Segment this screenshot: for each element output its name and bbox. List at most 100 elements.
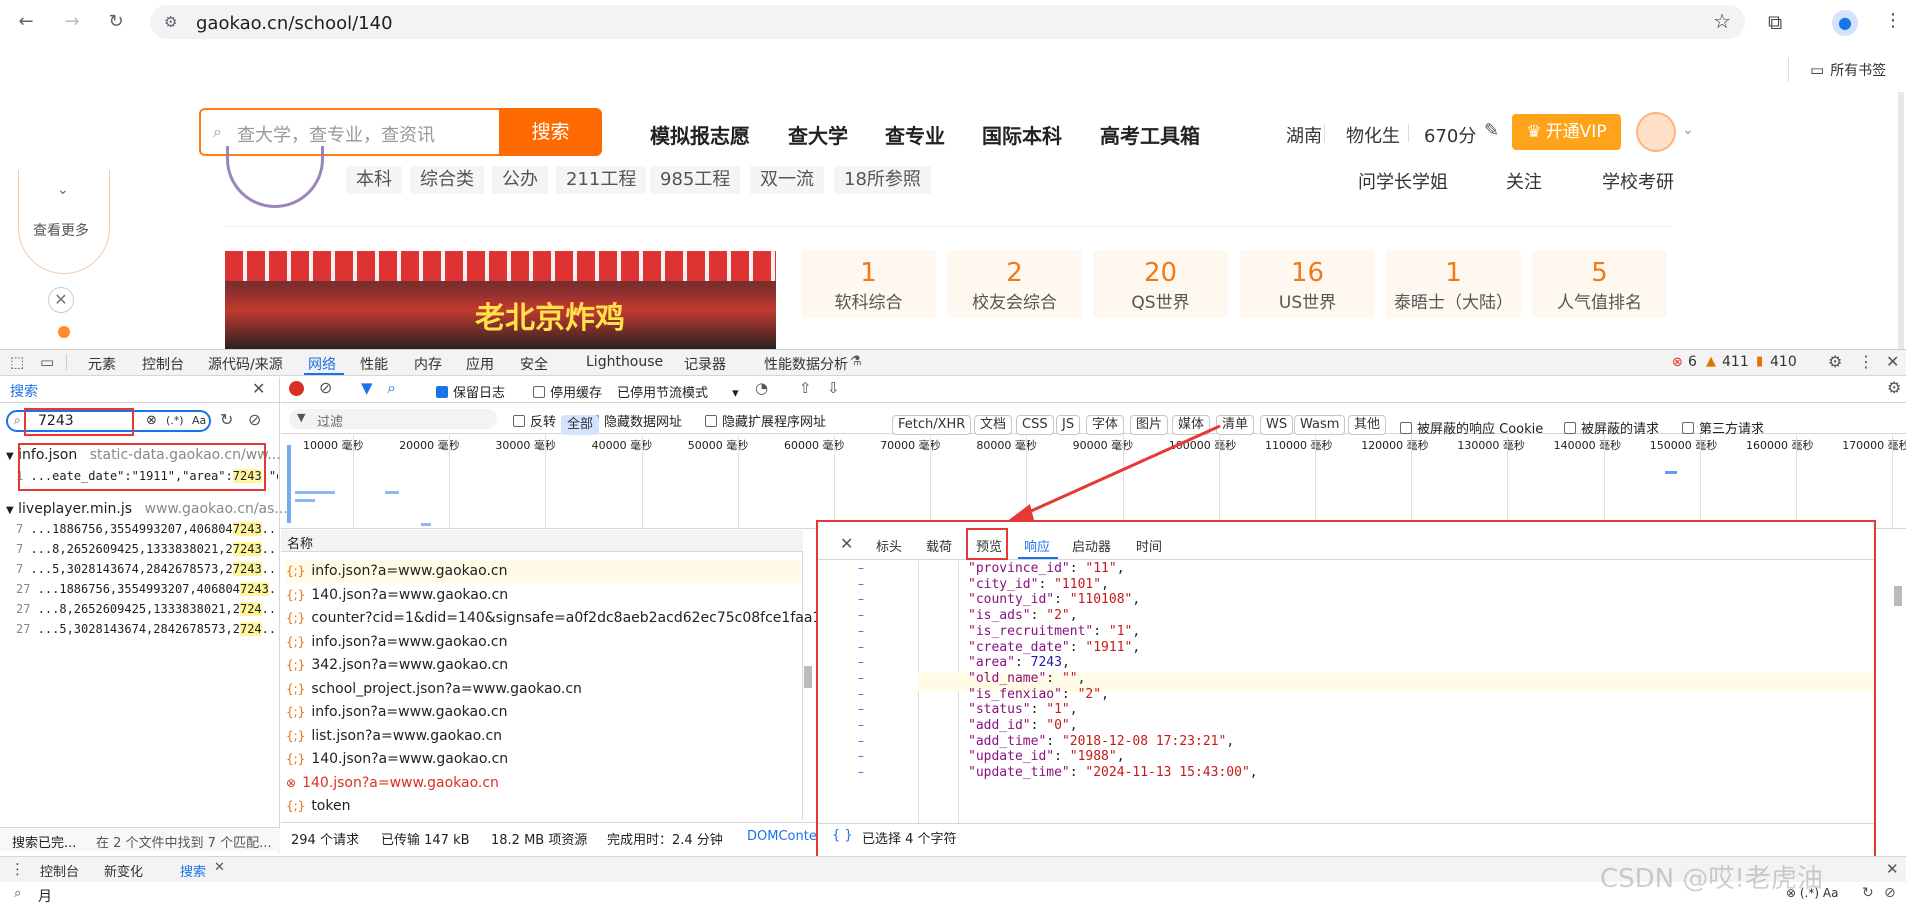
rank-card[interactable]: 2 校友会综合 <box>947 250 1082 318</box>
fold-marker[interactable]: – <box>858 624 864 638</box>
hide-ext-urls-checkbox[interactable]: 隐藏扩展程序网址 <box>705 411 826 430</box>
request-row[interactable]: {;} info.json?a=www.gaokao.cn <box>286 631 801 654</box>
preserve-log-checkbox[interactable]: 保留日志 <box>436 382 505 401</box>
request-row[interactable]: {;} school_project.json?a=www.gaokao.cn <box>286 678 801 701</box>
request-row[interactable]: {;} 140.json?a=www.gaokao.cn <box>286 748 801 771</box>
close-detail-icon[interactable]: ✕ <box>840 534 853 553</box>
site-info-icon[interactable]: ⚙ <box>164 13 177 31</box>
tab-elements[interactable]: 元素 <box>88 354 116 374</box>
follow-link[interactable]: 关注 <box>1506 168 1542 194</box>
ask-seniors-link[interactable]: 问学长学姐 <box>1358 168 1448 194</box>
request-row-error[interactable]: ⊗ 140.json?a=www.gaokao.cn <box>286 772 801 795</box>
request-row[interactable]: {;} 342.json?a=www.gaokao.cn <box>286 654 801 677</box>
tab-memory[interactable]: 内存 <box>414 354 442 374</box>
url-text[interactable]: gaokao.cn/school/140 <box>196 13 393 34</box>
fold-marker[interactable]: – <box>858 734 864 748</box>
type-chip-fetch[interactable]: Fetch/XHR <box>892 415 972 435</box>
avatar[interactable] <box>1636 112 1676 152</box>
clear-input-icon[interactable]: ⊗ <box>146 413 157 428</box>
regex-toggle[interactable]: (.*) <box>166 414 184 427</box>
request-row[interactable]: {;} info.json?a=www.gaokao.cn <box>286 701 801 724</box>
edit-icon[interactable]: ✎ <box>1484 120 1499 141</box>
request-row[interactable]: {;} info.json?a=www.gaokao.cn <box>286 560 801 583</box>
province-select[interactable]: 湖南 <box>1286 122 1322 148</box>
network-conditions-icon[interactable]: ◔ <box>755 379 768 397</box>
type-chip-all[interactable]: 全部 <box>561 415 600 435</box>
score-value[interactable]: 670分 <box>1424 122 1476 148</box>
search-icon[interactable]: ⌕ <box>387 378 396 398</box>
close-devtools-icon[interactable]: ✕ <box>1886 352 1899 371</box>
result-line[interactable]: 7 ...1886756,3554993207,4068047243... <box>16 522 278 536</box>
close-drawer-icon[interactable]: ✕ <box>1886 860 1899 878</box>
hide-data-urls-checkbox[interactable]: 隐藏数据网址 <box>587 411 682 430</box>
drawer-tab-whats-new[interactable]: 新变化 <box>104 861 143 880</box>
back-icon[interactable]: ← <box>14 10 38 34</box>
fold-marker[interactable]: – <box>858 640 864 654</box>
info-icon[interactable]: ▮ <box>1756 354 1763 369</box>
rank-card[interactable]: 20 QS世界 <box>1093 250 1228 318</box>
rank-card[interactable]: 16 US世界 <box>1240 250 1375 318</box>
throttle-select[interactable]: 已停用节流模式 ▾ <box>617 382 739 401</box>
fold-marker[interactable]: – <box>858 765 864 779</box>
address-bar[interactable]: ⚙ gaokao.cn/school/140 ☆ <box>150 5 1745 39</box>
match-case-toggle[interactable]: Aa <box>192 414 206 427</box>
forward-icon[interactable]: → <box>60 10 84 34</box>
filter-icon[interactable]: ▼ <box>361 379 373 397</box>
tab-security[interactable]: 安全 <box>520 354 548 374</box>
vip-button[interactable]: ♛ 开通VIP <box>1512 114 1621 150</box>
fold-marker[interactable]: – <box>858 592 864 606</box>
warning-count[interactable]: 411 <box>1722 354 1749 370</box>
tab-performance[interactable]: 性能 <box>360 354 388 374</box>
tab-console[interactable]: 控制台 <box>142 354 184 374</box>
grad-exam-link[interactable]: 学校考研 <box>1602 168 1674 194</box>
tab-response[interactable]: 响应 <box>1024 536 1050 555</box>
network-settings-icon[interactable]: ⚙ <box>1887 378 1901 397</box>
drawer-tab-console[interactable]: 控制台 <box>40 861 79 880</box>
detail-scrollbar[interactable] <box>1894 586 1902 606</box>
fold-marker[interactable]: – <box>858 687 864 701</box>
fold-marker[interactable]: – <box>858 718 864 732</box>
nav-intl[interactable]: 国际本科 <box>982 120 1062 149</box>
tab-perf-insights[interactable]: 性能数据分析 <box>764 354 848 374</box>
rank-card[interactable]: 1 泰晤士（大陆） <box>1386 250 1521 318</box>
menu-kebab-icon[interactable]: ⋮ <box>1884 10 1902 31</box>
close-icon[interactable]: ✕ <box>48 287 74 313</box>
tab-network[interactable]: 网络 <box>308 354 336 374</box>
export-har-icon[interactable]: ⇩ <box>827 379 840 397</box>
nav-tools[interactable]: 高考工具箱 <box>1100 120 1200 149</box>
type-chip-other[interactable]: 其他 <box>1348 415 1387 435</box>
rank-card[interactable]: 1 软科综合 <box>801 250 936 318</box>
disable-cache-checkbox[interactable]: 停用缓存 <box>533 382 602 401</box>
result-line[interactable]: 7 ...5,3028143674,2842678573,27243... <box>16 562 278 576</box>
bookmark-star-icon[interactable]: ☆ <box>1713 9 1731 33</box>
fold-marker[interactable]: – <box>858 577 864 591</box>
result-line[interactable]: 27 ...1886756,3554993207,4068047243... <box>16 582 278 596</box>
request-row[interactable]: {;} counter?cid=1&did=140&signsafe=a0f2dc… <box>286 607 826 630</box>
tab-initiator[interactable]: 启动器 <box>1072 536 1111 555</box>
drawer-tab-search[interactable]: 搜索 <box>180 861 206 880</box>
error-count[interactable]: 6 <box>1688 354 1697 370</box>
list-scrollbar[interactable] <box>804 666 812 688</box>
see-more-link[interactable]: 查看更多 <box>33 220 89 240</box>
type-chip-wasm[interactable]: Wasm <box>1294 415 1346 435</box>
tab-payload[interactable]: 载荷 <box>926 536 952 555</box>
tab-timing[interactable]: 时间 <box>1136 536 1162 555</box>
drawer-menu-icon[interactable]: ⋮ <box>10 860 25 878</box>
chevron-down-icon[interactable]: ⌄ <box>57 182 69 198</box>
tab-recorder[interactable]: 记录器 <box>684 354 726 374</box>
import-har-icon[interactable]: ⇧ <box>799 379 812 397</box>
info-count[interactable]: 410 <box>1770 354 1797 370</box>
clear-search-icon[interactable]: ⊘ <box>1884 885 1896 901</box>
fold-marker[interactable]: – <box>858 561 864 575</box>
tab-headers[interactable]: 标头 <box>876 536 902 555</box>
rank-card[interactable]: 5 人气值排名 <box>1532 250 1667 318</box>
name-column-header[interactable]: 名称 <box>287 533 313 552</box>
fold-marker[interactable]: – <box>858 702 864 716</box>
refresh-search-icon[interactable]: ↻ <box>1862 885 1874 901</box>
fold-marker[interactable]: – <box>858 655 864 669</box>
subject-select[interactable]: 物化生 <box>1346 122 1400 148</box>
request-row[interactable]: {;} 140.json?a=www.gaokao.cn <box>286 584 801 607</box>
reload-icon[interactable]: ↻ <box>104 10 128 34</box>
record-icon[interactable] <box>289 381 304 396</box>
inspect-icon[interactable]: ⬚ <box>10 353 24 371</box>
